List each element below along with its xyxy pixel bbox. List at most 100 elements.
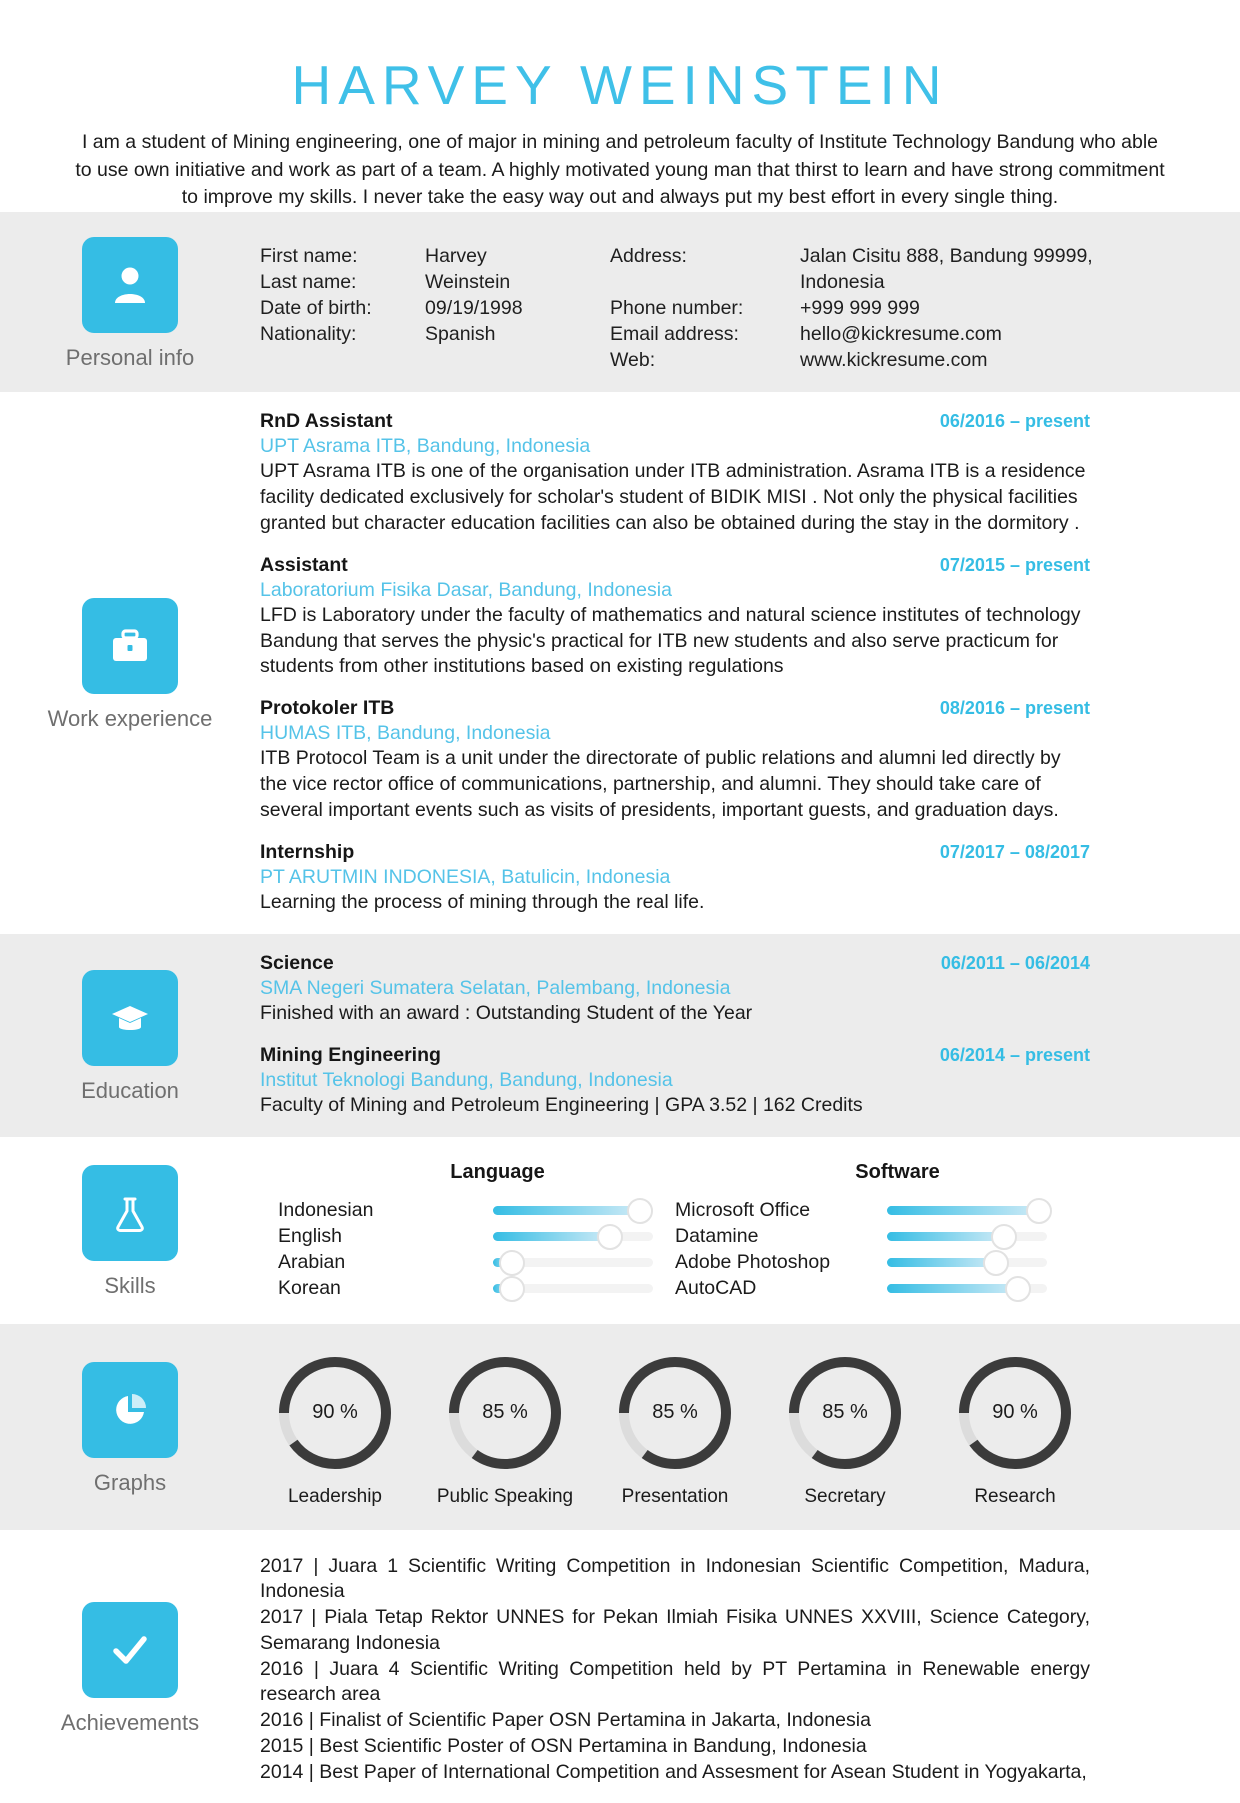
skill-slider-knob[interactable]	[627, 1197, 654, 1224]
education-entry-date: 06/2014 – present	[939, 1044, 1090, 1065]
work-entry-org: Laboratorium Fisika Dasar, Bandung, Indo…	[260, 578, 672, 601]
graph-item: 90 % Research	[940, 1354, 1090, 1508]
skill-row: Datamine	[675, 1223, 1090, 1250]
sidebar-achievements: Achievements	[0, 1530, 260, 1803]
skill-slider[interactable]	[887, 1275, 1047, 1302]
achievement-line: 2014 | Best Paper of International Compe…	[260, 1760, 1087, 1783]
skill-name: Datamine	[675, 1225, 759, 1248]
skill-slider[interactable]	[493, 1197, 654, 1224]
skill-slider[interactable]	[887, 1197, 1052, 1224]
section-graphs: Graphs 90 % Leadership 85 % Public Speak…	[0, 1323, 1240, 1530]
sidebar-label-graphs: Graphs	[93, 1469, 167, 1495]
skill-slider[interactable]	[887, 1223, 1047, 1250]
graph-value: 85 %	[822, 1401, 868, 1424]
skill-row: Arabian	[260, 1249, 675, 1276]
graph-item: 85 % Public Speaking	[430, 1354, 580, 1508]
skill-slider-knob[interactable]	[1026, 1197, 1052, 1224]
graph-label: Public Speaking	[436, 1485, 574, 1507]
work-entry-desc: LFD is Laboratory under the faculty of m…	[260, 603, 1081, 678]
sidebar-label-personal-info: Personal info	[65, 345, 195, 371]
section-work-experience: Work experience RnD Assistant 06/2016 – …	[0, 392, 1240, 934]
skill-slider-fill	[887, 1258, 996, 1268]
graph-value: 90 %	[992, 1401, 1038, 1424]
value-first-name: Harvey	[425, 245, 487, 268]
work-entry-title: Assistant	[260, 553, 348, 576]
profile-summary: I am a student of Mining engineering, on…	[75, 131, 1165, 209]
label-date-of-birth: Date of birth:	[260, 297, 372, 320]
skill-name: Arabian	[278, 1251, 346, 1274]
skill-slider[interactable]	[887, 1249, 1047, 1276]
skill-row: Indonesian	[260, 1197, 675, 1224]
value-date-of-birth: 09/19/1998	[425, 297, 523, 320]
skill-row: Microsoft Office	[675, 1197, 1090, 1224]
skill-slider-knob[interactable]	[990, 1223, 1017, 1250]
flask-icon	[82, 1165, 178, 1262]
skill-name: Adobe Photoshop	[675, 1251, 831, 1274]
sidebar-label-achievements: Achievements	[60, 1709, 200, 1735]
graph-label: Research	[974, 1485, 1056, 1507]
skill-slider-knob[interactable]	[499, 1249, 526, 1276]
personal-info-labels-right: Address: Phone number: Email address: We…	[610, 244, 800, 374]
education-entry-desc: Finished with an award : Outstanding Stu…	[260, 1001, 753, 1024]
label-first-name: First name:	[260, 245, 358, 268]
skill-slider-fill	[493, 1232, 610, 1242]
label-phone-number: Phone number:	[610, 297, 744, 320]
label-nationality: Nationality:	[260, 323, 357, 346]
skill-group-heading: Software	[855, 1160, 940, 1183]
personal-info-values-right: Jalan Cisitu 888, Bandung 99999, Indones…	[800, 244, 1100, 374]
progress-ring: 90 %	[956, 1354, 1074, 1472]
work-entry-desc: UPT Asrama ITB is one of the organisatio…	[260, 460, 1086, 534]
education-content: Science 06/2011 – 06/2014 SMA Negeri Sum…	[260, 934, 1240, 1137]
value-address-line1: Jalan Cisitu 888, Bandung 99999,	[800, 245, 1093, 268]
value-address-line2: Indonesia	[800, 271, 885, 294]
sidebar-label-education: Education	[81, 1078, 179, 1104]
value-nationality: Spanish	[425, 323, 496, 346]
pie-chart-icon	[82, 1361, 178, 1458]
skill-slider-knob[interactable]	[982, 1249, 1009, 1276]
skill-slider[interactable]	[493, 1275, 653, 1302]
education-entry-date: 06/2011 – 06/2014	[940, 952, 1090, 973]
skill-row: English	[260, 1223, 675, 1250]
work-entry-org: PT ARUTMIN INDONESIA, Batulicin, Indones…	[260, 865, 671, 888]
skill-slider-knob[interactable]	[1005, 1275, 1032, 1302]
education-entry-title: Science	[260, 951, 334, 974]
work-entry-date: 08/2016 – present	[939, 698, 1090, 719]
skill-row: AutoCAD	[675, 1275, 1090, 1302]
value-last-name: Weinstein	[425, 271, 511, 294]
skill-group-language: Language Indonesian English Arabian Kore…	[260, 1161, 675, 1302]
skill-slider-fill	[493, 1206, 641, 1216]
graph-label: Secretary	[804, 1485, 886, 1507]
achievement-line: 2016 | Finalist of Scientific Paper OSN …	[260, 1709, 871, 1732]
briefcase-icon	[82, 597, 178, 694]
work-experience-content: RnD Assistant 06/2016 – present UPT Asra…	[260, 392, 1240, 934]
graph-item: 85 % Secretary	[770, 1354, 920, 1508]
skill-name: Indonesian	[278, 1199, 374, 1222]
achievement-line: 2015 | Best Scientific Poster of OSN Per…	[260, 1734, 867, 1757]
label-last-name: Last name:	[260, 271, 357, 294]
personal-info-group-left: First name: Last name: Date of birth: Na…	[260, 244, 610, 374]
work-entry: Internship 07/2017 – 08/2017 PT ARUTMIN …	[260, 841, 1090, 916]
sidebar-work-experience: Work experience	[0, 392, 260, 934]
skill-slider[interactable]	[493, 1223, 653, 1250]
achievement-line: 2017 | Juara 1 Scientific Writing Compet…	[260, 1554, 1090, 1603]
skill-slider[interactable]	[493, 1249, 653, 1276]
skill-name: Microsoft Office	[675, 1199, 811, 1222]
page-title: HARVEY WEINSTEIN	[291, 54, 949, 116]
skill-group-heading: Language	[450, 1160, 545, 1183]
skill-slider-knob[interactable]	[499, 1275, 526, 1302]
section-personal-info: Personal info First name: Last name: Dat…	[0, 212, 1240, 393]
work-entry-desc: ITB Protocol Team is a unit under the di…	[260, 747, 1061, 821]
sidebar-label-work-experience: Work experience	[47, 705, 213, 731]
graph-value: 90 %	[312, 1401, 358, 1424]
personal-info-values-left: Harvey Weinstein 09/19/1998 Spanish	[425, 244, 610, 374]
graph-value: 85 %	[652, 1401, 698, 1424]
label-email-address: Email address:	[610, 323, 739, 346]
work-entry-org: UPT Asrama ITB, Bandung, Indonesia	[260, 435, 591, 458]
label-web: Web:	[610, 349, 656, 372]
work-entry-title: RnD Assistant	[260, 410, 393, 433]
section-achievements: Achievements 2017 | Juara 1 Scientific W…	[0, 1529, 1240, 1803]
education-entry-org: SMA Negeri Sumatera Selatan, Palembang, …	[260, 976, 731, 999]
resume-page: HARVEY WEINSTEIN I am a student of Minin…	[0, 0, 1240, 1803]
achievements-content: 2017 | Juara 1 Scientific Writing Compet…	[260, 1530, 1240, 1803]
skill-slider-knob[interactable]	[596, 1223, 623, 1250]
